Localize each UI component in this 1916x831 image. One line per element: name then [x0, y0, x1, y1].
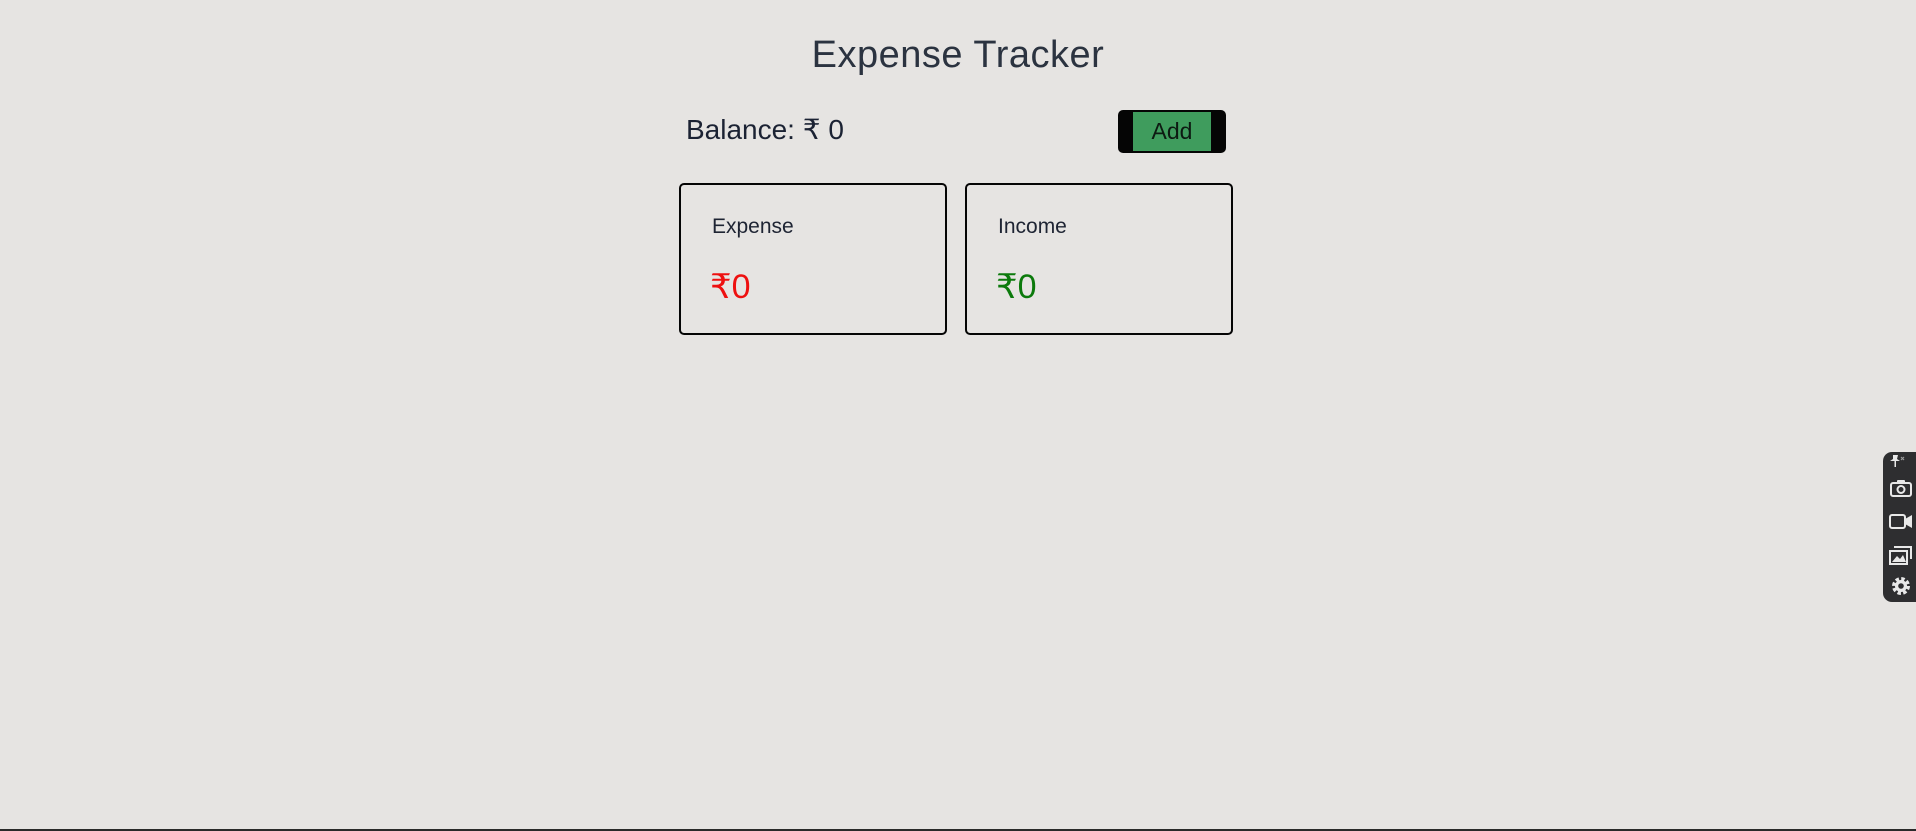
income-card: Income ₹0 — [965, 183, 1233, 335]
screenshot-side-toolbar — [1883, 452, 1916, 602]
expense-label: Expense — [712, 215, 794, 238]
add-button[interactable]: Add — [1118, 110, 1226, 153]
income-amount: ₹0 — [996, 268, 1037, 306]
gallery-icon[interactable] — [1889, 542, 1913, 566]
camera-icon[interactable] — [1889, 476, 1913, 500]
pin-icon[interactable] — [1889, 454, 1905, 468]
balance-text: Balance: ₹ 0 — [686, 114, 844, 145]
page-title: Expense Tracker — [811, 34, 1105, 76]
video-camera-icon[interactable] — [1889, 509, 1913, 533]
settings-gear-icon[interactable] — [1889, 574, 1913, 598]
expense-amount: ₹0 — [710, 268, 751, 306]
expense-card: Expense ₹0 — [679, 183, 947, 335]
income-label: Income — [998, 215, 1067, 238]
